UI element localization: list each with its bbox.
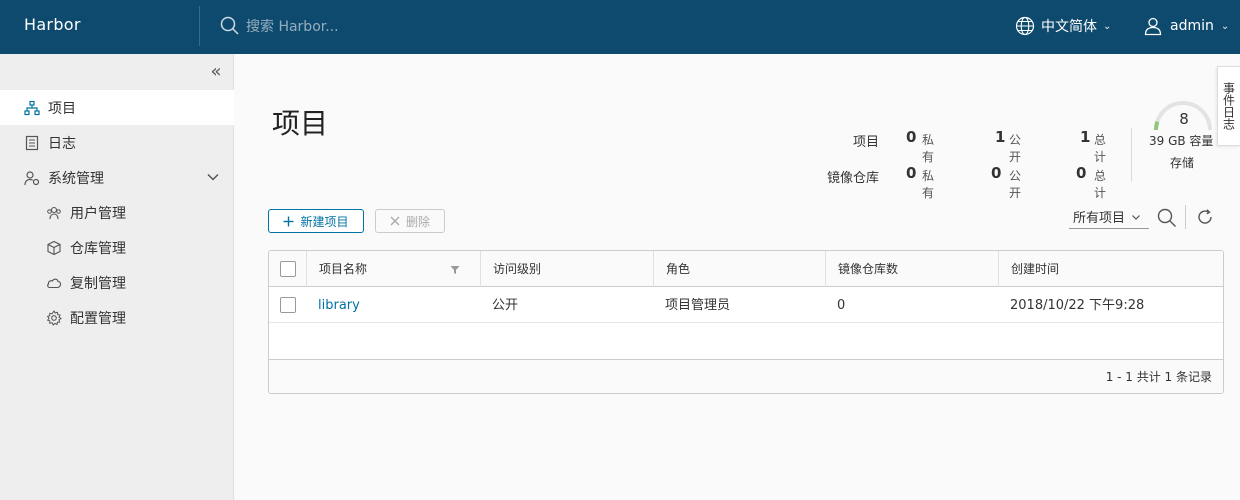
stat-repos-label: 镜像仓库 bbox=[826, 171, 879, 186]
project-repo-count: 0 bbox=[837, 298, 846, 313]
column-header-created[interactable]: 创建时间 bbox=[998, 251, 1223, 287]
language-label: 中文简体 bbox=[1041, 19, 1097, 35]
pagination-summary: 1 - 1 共计 1 条记录 bbox=[1105, 370, 1212, 384]
chevron-down-icon bbox=[1132, 214, 1140, 220]
collapse-sidebar-icon[interactable]: « bbox=[206, 62, 226, 82]
stat-private-label: 私有 bbox=[922, 169, 935, 200]
user-menu[interactable]: admin ⌄ bbox=[1143, 15, 1229, 37]
storage-capacity: 39 GB 容量 bbox=[1149, 134, 1214, 148]
globe-icon bbox=[1015, 16, 1035, 36]
search-input[interactable] bbox=[246, 16, 466, 38]
project-icon bbox=[24, 100, 40, 115]
stat-repos-total: 0 bbox=[1076, 164, 1087, 182]
plus-icon bbox=[283, 216, 294, 226]
table-footer: 1 - 1 共计 1 条记录 bbox=[269, 359, 1223, 393]
filter-icon[interactable] bbox=[450, 265, 460, 275]
admin-icon bbox=[24, 170, 40, 185]
sidebar-nav: 项目 日志 系统管理 用户管理 仓库管理 复制管理 配置管理 bbox=[0, 90, 234, 335]
sidebar-item-registries[interactable]: 仓库管理 bbox=[0, 230, 234, 265]
sidebar: « 项目 日志 系统管理 用户管理 仓库管理 复制管理 配置管理 bbox=[0, 54, 234, 500]
header-divider bbox=[199, 6, 200, 46]
close-icon bbox=[390, 216, 400, 226]
project-filter-select[interactable]: 所有项目 bbox=[1069, 205, 1149, 229]
sidebar-item-label: 项目 bbox=[48, 100, 76, 117]
sidebar-item-logs[interactable]: 日志 bbox=[0, 125, 234, 160]
stat-projects-total: 1 bbox=[1080, 128, 1091, 146]
stat-projects-public: 1 bbox=[995, 128, 1006, 146]
sidebar-item-replication[interactable]: 复制管理 bbox=[0, 265, 234, 300]
stat-repos-public: 0 bbox=[991, 164, 1002, 182]
sidebar-item-label: 用户管理 bbox=[70, 205, 126, 222]
top-header: Harbor 中文简体 ⌄ admin ⌄ bbox=[0, 0, 1240, 54]
sidebar-item-label: 复制管理 bbox=[70, 275, 126, 292]
delete-button[interactable]: 删除 bbox=[375, 209, 445, 233]
column-header-role[interactable]: 角色 bbox=[653, 251, 825, 287]
sidebar-item-users[interactable]: 用户管理 bbox=[0, 195, 234, 230]
table-row: library 公开 项目管理员 0 2018/10/22 下午9:28 bbox=[269, 288, 1223, 323]
storage-count: 8 bbox=[1179, 110, 1189, 128]
projects-table: 项目名称 访问级别 角色 镜像仓库数 创建时间 library 公开 项目管理员… bbox=[268, 250, 1224, 394]
project-role: 项目管理员 bbox=[665, 298, 731, 313]
row-checkbox[interactable] bbox=[280, 297, 296, 313]
sidebar-item-label: 仓库管理 bbox=[70, 240, 126, 257]
cloud-icon bbox=[47, 278, 62, 288]
storage-label: 存储 bbox=[1170, 156, 1195, 170]
column-header-access[interactable]: 访问级别 bbox=[480, 251, 653, 287]
stat-total-label: 总计 bbox=[1094, 133, 1107, 164]
project-created-time: 2018/10/22 下午9:28 bbox=[1010, 298, 1145, 313]
refresh-icon[interactable] bbox=[1196, 208, 1214, 226]
sidebar-item-label: 日志 bbox=[48, 135, 76, 152]
filter-value: 所有项目 bbox=[1073, 211, 1126, 226]
page-title: 项目 bbox=[272, 107, 329, 140]
new-project-button[interactable]: 新建项目 bbox=[268, 209, 364, 233]
toolbar-divider bbox=[1185, 205, 1186, 229]
table-header: 项目名称 访问级别 角色 镜像仓库数 创建时间 bbox=[269, 251, 1223, 287]
sidebar-item-projects[interactable]: 项目 bbox=[0, 90, 234, 125]
search-icon bbox=[220, 16, 239, 35]
chevron-down-icon: ⌄ bbox=[1103, 20, 1112, 32]
brand-logo[interactable]: Harbor bbox=[24, 15, 81, 34]
chevron-down-icon[interactable] bbox=[206, 170, 220, 184]
project-name-link[interactable]: library bbox=[306, 288, 360, 323]
chevron-down-icon: ⌄ bbox=[1220, 20, 1230, 32]
delete-label: 删除 bbox=[405, 214, 430, 229]
event-log-tab[interactable]: 事件日志 bbox=[1217, 66, 1240, 146]
stat-total-label: 总计 bbox=[1094, 169, 1107, 200]
log-icon bbox=[25, 135, 39, 150]
username-label: admin bbox=[1170, 18, 1214, 34]
select-all-checkbox[interactable] bbox=[280, 261, 296, 277]
gear-icon bbox=[46, 309, 62, 326]
global-search[interactable] bbox=[220, 14, 480, 40]
stat-projects-label: 项目 bbox=[852, 135, 879, 150]
cube-icon bbox=[47, 240, 61, 255]
stat-private-label: 私有 bbox=[922, 133, 935, 164]
new-project-label: 新建项目 bbox=[300, 214, 349, 229]
stat-public-label: 公开 bbox=[1009, 169, 1022, 200]
project-access: 公开 bbox=[492, 298, 519, 313]
sidebar-item-label: 系统管理 bbox=[48, 170, 104, 187]
gauge-fill bbox=[1154, 121, 1160, 131]
language-selector[interactable]: 中文简体 ⌄ bbox=[1015, 15, 1111, 37]
stat-projects-private: 0 bbox=[906, 128, 917, 146]
stat-repos-private: 0 bbox=[906, 164, 917, 182]
stat-public-label: 公开 bbox=[1009, 133, 1022, 164]
main-content: 项目 项目 0 私有 1 公开 1 总计 镜像仓库 0 私有 0 公开 0 总计… bbox=[234, 54, 1240, 500]
search-icon[interactable] bbox=[1157, 208, 1177, 228]
stats-divider bbox=[1131, 128, 1132, 182]
column-header-repos[interactable]: 镜像仓库数 bbox=[825, 251, 998, 287]
sidebar-item-label: 配置管理 bbox=[70, 310, 126, 327]
sidebar-item-configuration[interactable]: 配置管理 bbox=[0, 300, 234, 335]
users-icon bbox=[47, 206, 61, 219]
sidebar-item-administration[interactable]: 系统管理 bbox=[0, 160, 234, 195]
user-icon bbox=[1144, 17, 1162, 36]
